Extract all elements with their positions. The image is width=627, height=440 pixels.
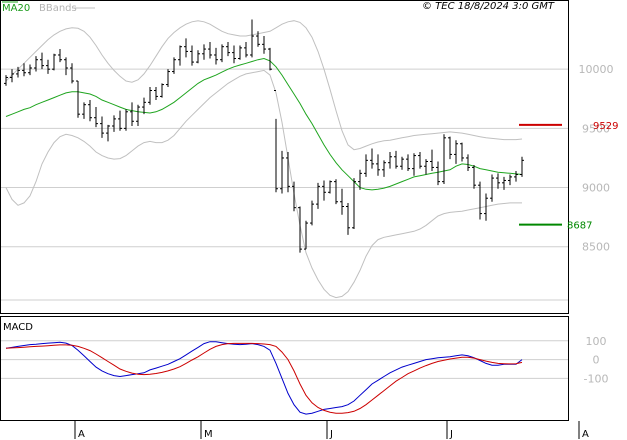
macd-y-axis-labels: -100 0 100 [584,335,609,386]
price-y-tick-label: 9000 [582,182,610,195]
x-axis-label: J [329,429,333,440]
macd-y-tick-label: 100 [586,335,607,348]
macd-panel-frame [0,316,569,421]
x-axis-label: A [582,429,589,440]
level-label-low: 8687 [567,221,592,232]
macd-y-tick-label: -100 [584,372,609,385]
x-axis-label: J [449,429,453,440]
x-axis-label: M [204,429,213,440]
level-label-high: 9529 [593,121,618,132]
legend-ma-label: MA20 [2,3,30,14]
price-y-tick-label: 8500 [582,241,610,254]
credit-text: © TEC 18/8/2024 3:0 GMT [422,1,555,12]
x-axis-label: A [78,429,85,440]
price-panel-frame [0,0,569,314]
legend-bb-label: BBands [39,3,77,14]
macd-panel-title: MACD [3,322,33,333]
chart-canvas: MA20 BBands © TEC 18/8/2024 3:0 GMT 8500… [0,0,618,440]
macd-y-tick-label: 0 [593,354,600,367]
price-y-tick-label: 10000 [579,63,614,76]
x-axis: AMJJA [74,421,589,440]
